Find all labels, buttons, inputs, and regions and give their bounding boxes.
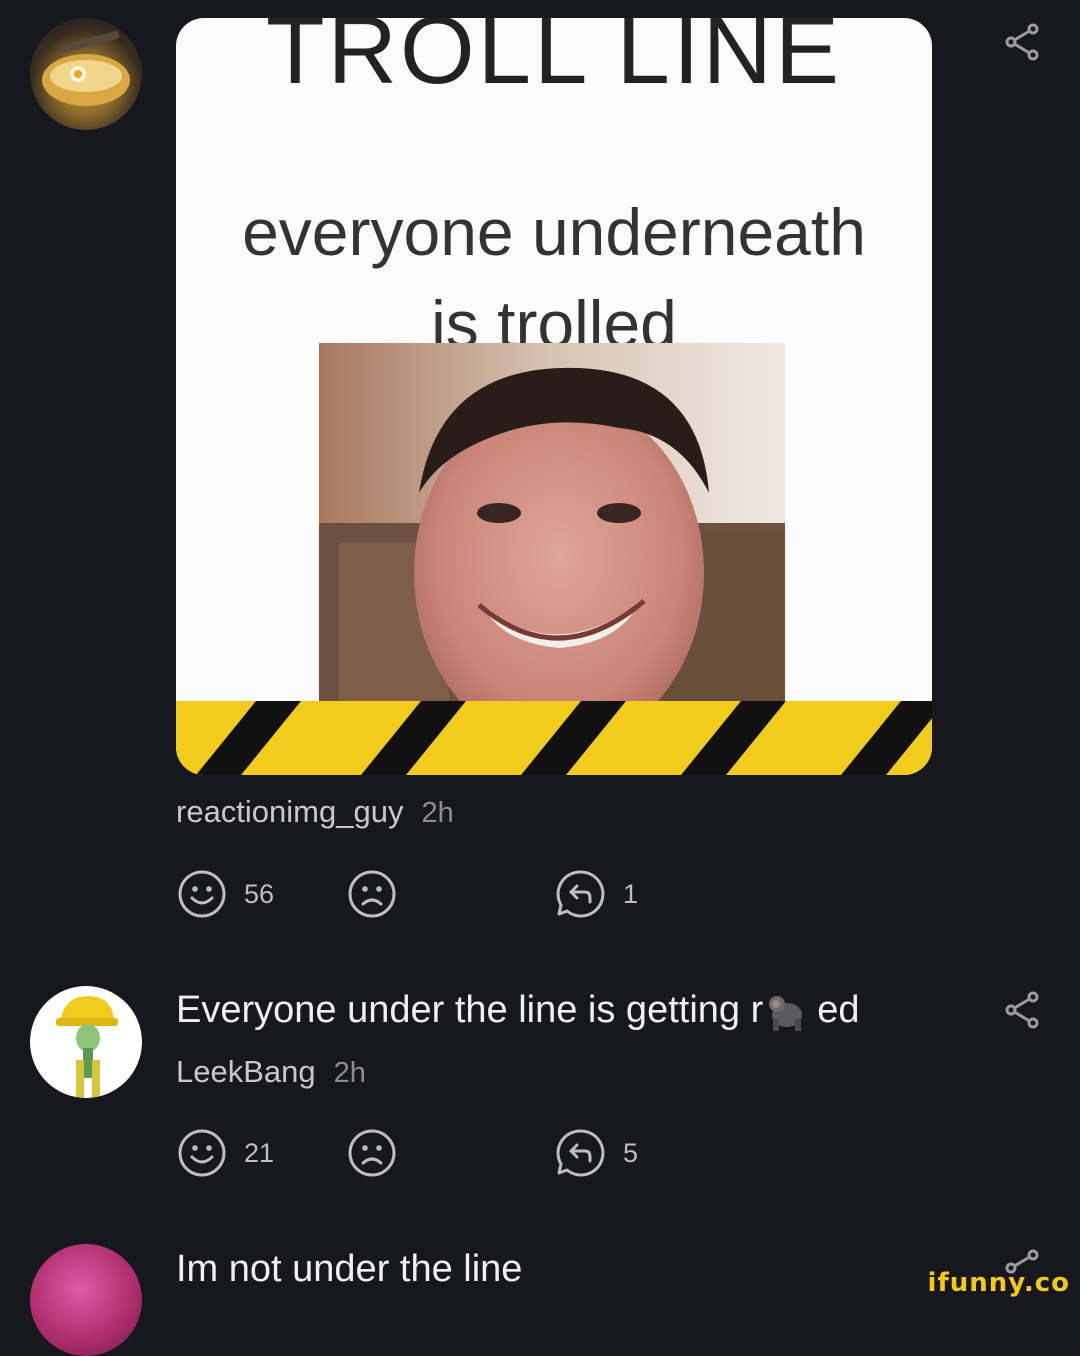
- comment-author-name[interactable]: LeekBang: [176, 1054, 316, 1090]
- smile-icon: [178, 870, 226, 918]
- share-icon: [1005, 23, 1039, 61]
- comment-2-text: Im not under the line: [176, 1248, 523, 1290]
- post-share-button[interactable]: [1000, 20, 1044, 64]
- post-reply-count: 1: [623, 878, 639, 909]
- comment-text: Everyone under the line is getting r ed: [176, 989, 860, 1032]
- meme-caption-line-1: everyone underneath: [242, 195, 866, 269]
- reply-icon: [556, 870, 605, 918]
- ifunny-watermark: ifunny.co: [927, 1268, 1070, 1298]
- comment-smile-count: 21: [244, 1137, 275, 1168]
- post-time: 2h: [421, 797, 454, 829]
- comment-frown-button[interactable]: [346, 1127, 398, 1179]
- frown-icon: [348, 870, 396, 918]
- comment-reply-count: 5: [623, 1137, 639, 1168]
- hazard-stripe-line: [176, 701, 932, 775]
- meme-title: TROLL LINE: [266, 18, 842, 104]
- post-reply-button[interactable]: 1: [555, 868, 638, 920]
- post-frown-button[interactable]: [346, 868, 398, 920]
- frown-icon: [348, 1129, 396, 1177]
- gorilla-icon: [769, 995, 803, 1031]
- meme-face-photo: [319, 343, 785, 708]
- post-smile-button[interactable]: 56: [176, 868, 274, 920]
- reply-icon: [556, 1129, 605, 1177]
- post-smile-count: 56: [244, 878, 275, 909]
- post-author-name[interactable]: reactionimg_guy: [176, 794, 403, 830]
- comment-reply-button[interactable]: 5: [555, 1127, 638, 1179]
- comment-2-author-avatar[interactable]: [30, 1244, 142, 1356]
- share-icon: [1005, 991, 1039, 1029]
- comment-share-button[interactable]: [1000, 988, 1044, 1032]
- comment-author-avatar[interactable]: [30, 986, 142, 1098]
- comment-time: 2h: [333, 1057, 366, 1089]
- post-author-avatar[interactable]: [30, 18, 142, 130]
- ramen-bowl-icon: [42, 31, 130, 106]
- comment-text-end: ed: [817, 989, 860, 1031]
- meme-image[interactable]: TROLL LINE everyone underneath is trolle…: [176, 18, 932, 775]
- smile-icon: [178, 1129, 226, 1177]
- comment-smile-button[interactable]: 21: [176, 1127, 274, 1179]
- hardhat-character-icon: [56, 996, 118, 1098]
- comment-text-start: Everyone under the line is getting r: [176, 989, 764, 1031]
